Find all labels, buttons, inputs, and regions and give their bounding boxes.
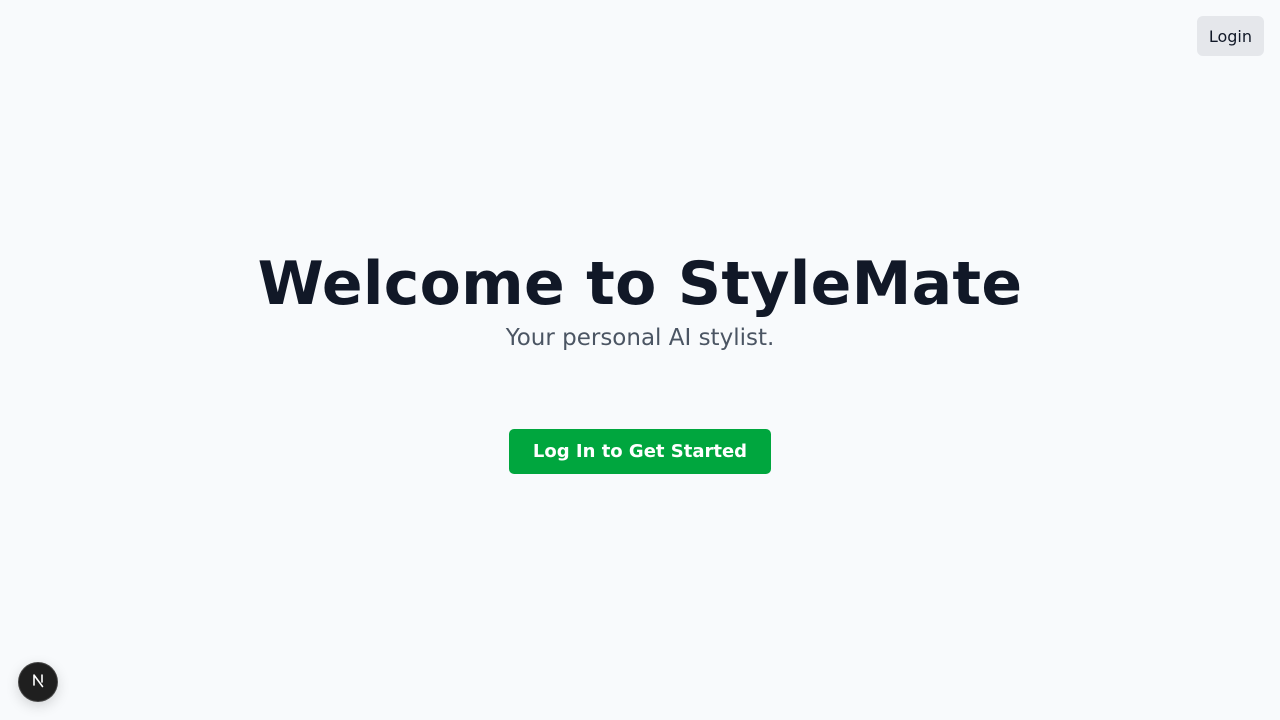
hero-section: Welcome to StyleMate Your personal AI st… [0, 250, 1280, 354]
nextjs-logo-icon [28, 670, 48, 694]
nextjs-dev-indicator[interactable] [19, 663, 57, 701]
header-login-button[interactable]: Login [1196, 16, 1264, 56]
get-started-button[interactable]: Log In to Get Started [509, 429, 771, 474]
page-title: Welcome to StyleMate [257, 249, 1023, 319]
page-subtitle: Your personal AI stylist. [505, 325, 775, 351]
cta-container: Log In to Get Started [0, 429, 1280, 474]
landing-page: Login Welcome to StyleMate Your personal… [0, 0, 1280, 720]
